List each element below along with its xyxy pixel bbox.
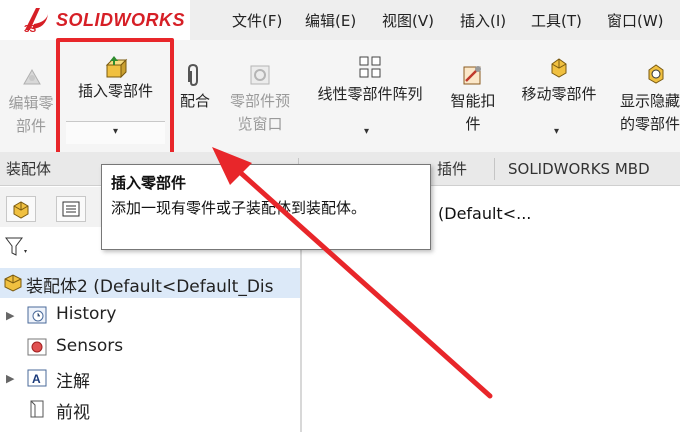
annotation-arrow-icon	[212, 147, 493, 399]
